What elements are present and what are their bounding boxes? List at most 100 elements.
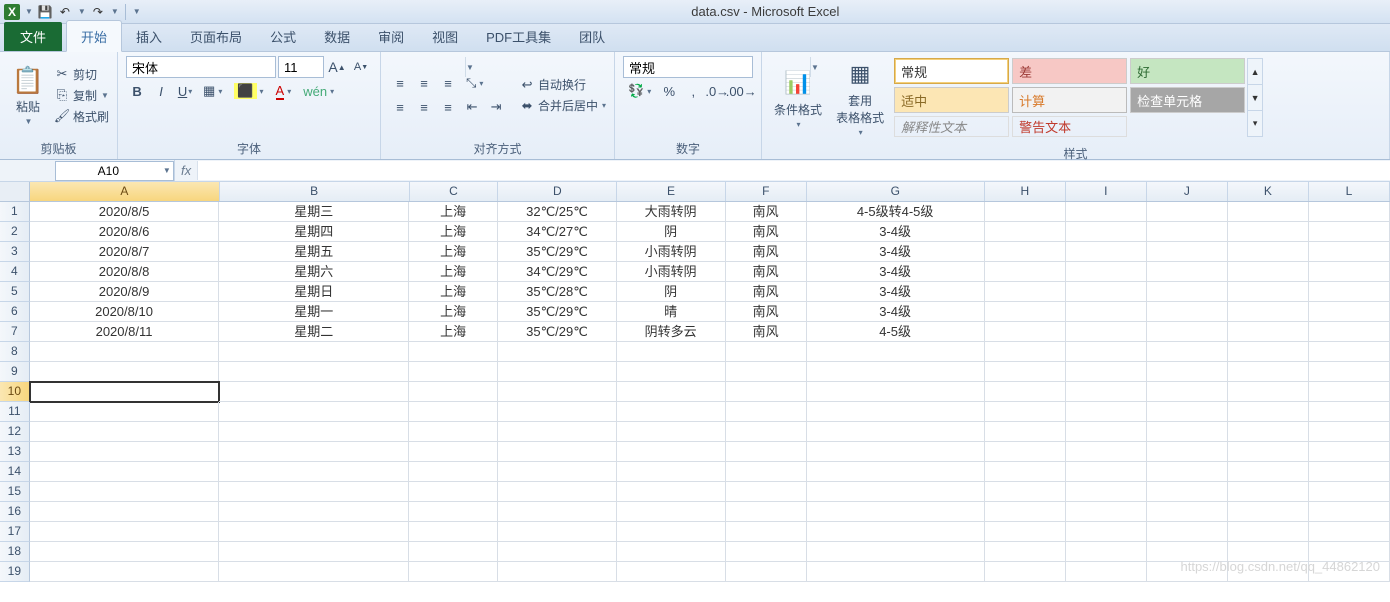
cell-I5[interactable] bbox=[1066, 282, 1147, 302]
cell-B9[interactable] bbox=[219, 362, 409, 382]
number-format-selector[interactable]: ▼ bbox=[623, 56, 753, 78]
cell-A11[interactable] bbox=[30, 402, 220, 422]
cell-D19[interactable] bbox=[498, 562, 617, 582]
cell-H13[interactable] bbox=[985, 442, 1066, 462]
cell-L18[interactable] bbox=[1309, 542, 1390, 562]
column-header-I[interactable]: I bbox=[1066, 182, 1147, 201]
cell-J15[interactable] bbox=[1147, 482, 1228, 502]
redo-icon[interactable]: ↷ bbox=[90, 4, 106, 20]
phonetic-button[interactable]: wén▾ bbox=[298, 80, 339, 102]
cell-F12[interactable] bbox=[726, 422, 807, 442]
cell-A6[interactable]: 2020/8/10 bbox=[30, 302, 220, 322]
name-box-dd[interactable]: ▼ bbox=[161, 166, 173, 175]
cell-B7[interactable]: 星期二 bbox=[219, 322, 409, 342]
cell-I1[interactable] bbox=[1066, 202, 1147, 222]
decrease-font-icon[interactable]: A▼ bbox=[350, 56, 372, 78]
row-header-17[interactable]: 17 bbox=[0, 522, 30, 542]
cell-H3[interactable] bbox=[985, 242, 1066, 262]
row-header-8[interactable]: 8 bbox=[0, 342, 30, 362]
comma-button[interactable]: , bbox=[682, 80, 704, 102]
style-explanatory[interactable]: 解释性文本 bbox=[894, 116, 1009, 137]
cell-G10[interactable] bbox=[807, 382, 985, 402]
cell-F16[interactable] bbox=[726, 502, 807, 522]
cell-A10[interactable] bbox=[30, 382, 220, 402]
cell-D9[interactable] bbox=[498, 362, 617, 382]
column-header-L[interactable]: L bbox=[1309, 182, 1390, 201]
format-painter-button[interactable]: 🖌格式刷 bbox=[54, 107, 109, 126]
name-box[interactable]: ▼ bbox=[55, 161, 174, 181]
cell-I9[interactable] bbox=[1066, 362, 1147, 382]
row-header-13[interactable]: 13 bbox=[0, 442, 30, 462]
cell-D7[interactable]: 35℃/29℃ bbox=[498, 322, 617, 342]
cell-I4[interactable] bbox=[1066, 262, 1147, 282]
cell-G6[interactable]: 3-4级 bbox=[807, 302, 985, 322]
cell-J16[interactable] bbox=[1147, 502, 1228, 522]
cell-L13[interactable] bbox=[1309, 442, 1390, 462]
cell-A14[interactable] bbox=[30, 462, 220, 482]
cell-J14[interactable] bbox=[1147, 462, 1228, 482]
cell-F1[interactable]: 南风 bbox=[726, 202, 807, 222]
tab-page-layout[interactable]: 页面布局 bbox=[176, 21, 256, 51]
column-header-H[interactable]: H bbox=[985, 182, 1066, 201]
style-neutral[interactable]: 适中 bbox=[894, 87, 1009, 113]
align-middle-icon[interactable]: ≡ bbox=[413, 72, 435, 94]
row-header-19[interactable]: 19 bbox=[0, 562, 30, 582]
column-header-K[interactable]: K bbox=[1228, 182, 1309, 201]
cell-B15[interactable] bbox=[219, 482, 409, 502]
cell-A3[interactable]: 2020/8/7 bbox=[30, 242, 220, 262]
tab-team[interactable]: 团队 bbox=[565, 21, 619, 51]
cell-C8[interactable] bbox=[409, 342, 498, 362]
cell-D10[interactable] bbox=[498, 382, 617, 402]
cell-L10[interactable] bbox=[1309, 382, 1390, 402]
row-header-18[interactable]: 18 bbox=[0, 542, 30, 562]
cell-I13[interactable] bbox=[1066, 442, 1147, 462]
cell-J6[interactable] bbox=[1147, 302, 1228, 322]
merge-center-button[interactable]: ⬌合并后居中▾ bbox=[519, 96, 606, 115]
paste-button[interactable]: 📋 粘贴 ▼ bbox=[8, 62, 48, 128]
cell-H4[interactable] bbox=[985, 262, 1066, 282]
cell-L8[interactable] bbox=[1309, 342, 1390, 362]
undo-dd[interactable]: ▼ bbox=[77, 7, 86, 16]
cell-G1[interactable]: 4-5级转4-5级 bbox=[807, 202, 985, 222]
cell-J3[interactable] bbox=[1147, 242, 1228, 262]
style-check[interactable]: 检查单元格 bbox=[1130, 87, 1245, 113]
cell-J5[interactable] bbox=[1147, 282, 1228, 302]
cell-B5[interactable]: 星期日 bbox=[219, 282, 409, 302]
align-center-icon[interactable]: ≡ bbox=[413, 96, 435, 118]
cell-C3[interactable]: 上海 bbox=[409, 242, 498, 262]
cell-C17[interactable] bbox=[409, 522, 498, 542]
cell-G14[interactable] bbox=[807, 462, 985, 482]
cell-G8[interactable] bbox=[807, 342, 985, 362]
row-header-1[interactable]: 1 bbox=[0, 202, 30, 222]
cell-G7[interactable]: 4-5级 bbox=[807, 322, 985, 342]
tab-view[interactable]: 视图 bbox=[418, 21, 472, 51]
cell-K12[interactable] bbox=[1228, 422, 1309, 442]
cell-E7[interactable]: 阴转多云 bbox=[617, 322, 726, 342]
cell-E3[interactable]: 小雨转阴 bbox=[617, 242, 726, 262]
cell-C12[interactable] bbox=[409, 422, 498, 442]
cell-L9[interactable] bbox=[1309, 362, 1390, 382]
cell-B19[interactable] bbox=[219, 562, 409, 582]
cell-F6[interactable]: 南风 bbox=[726, 302, 807, 322]
cell-J1[interactable] bbox=[1147, 202, 1228, 222]
cell-D3[interactable]: 35℃/29℃ bbox=[498, 242, 617, 262]
cell-E12[interactable] bbox=[617, 422, 726, 442]
column-header-C[interactable]: C bbox=[410, 182, 499, 201]
cell-K7[interactable] bbox=[1228, 322, 1309, 342]
cell-D1[interactable]: 32℃/25℃ bbox=[498, 202, 617, 222]
cell-H14[interactable] bbox=[985, 462, 1066, 482]
cell-C10[interactable] bbox=[409, 382, 498, 402]
cell-A2[interactable]: 2020/8/6 bbox=[30, 222, 220, 242]
cell-I19[interactable] bbox=[1066, 562, 1147, 582]
cell-J4[interactable] bbox=[1147, 262, 1228, 282]
cell-I2[interactable] bbox=[1066, 222, 1147, 242]
cell-D4[interactable]: 34℃/29℃ bbox=[498, 262, 617, 282]
cell-J11[interactable] bbox=[1147, 402, 1228, 422]
cell-D15[interactable] bbox=[498, 482, 617, 502]
row-header-11[interactable]: 11 bbox=[0, 402, 30, 422]
cell-H10[interactable] bbox=[985, 382, 1066, 402]
cell-H16[interactable] bbox=[985, 502, 1066, 522]
cell-J12[interactable] bbox=[1147, 422, 1228, 442]
cell-D18[interactable] bbox=[498, 542, 617, 562]
cell-G18[interactable] bbox=[807, 542, 985, 562]
